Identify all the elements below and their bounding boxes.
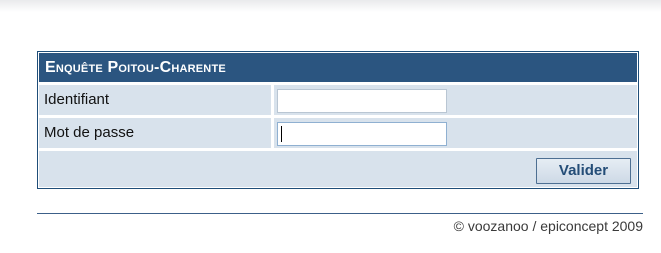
- password-row: Mot de passe: [39, 118, 637, 148]
- identifier-row: Identifiant: [39, 85, 637, 115]
- form-title: Enquête Poitou-Charente: [39, 53, 637, 82]
- identifier-cell: [274, 85, 637, 115]
- submit-button[interactable]: Valider: [536, 158, 631, 184]
- identifier-label: Identifiant: [39, 85, 271, 115]
- text-caret: [281, 126, 282, 142]
- identifier-input[interactable]: [277, 89, 447, 113]
- password-input[interactable]: [277, 122, 447, 146]
- copyright-text: © voozanoo / epiconcept 2009: [453, 218, 643, 234]
- password-label: Mot de passe: [39, 118, 271, 148]
- top-shadow: [0, 0, 661, 12]
- submit-cell: Valider: [39, 151, 637, 187]
- login-form: Enquête Poitou-Charente Identifiant Mot …: [37, 51, 639, 189]
- footer-divider: [37, 213, 643, 214]
- password-cell: [274, 118, 637, 148]
- submit-row: Valider: [39, 151, 637, 187]
